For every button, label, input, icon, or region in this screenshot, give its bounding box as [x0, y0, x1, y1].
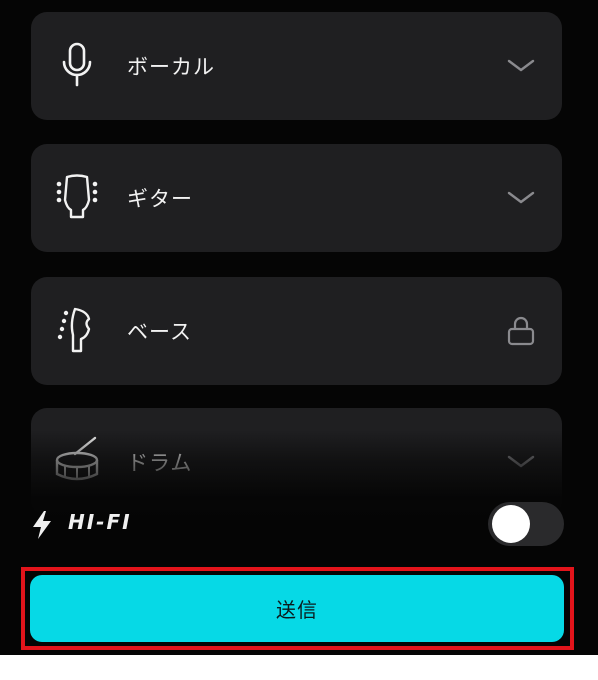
toggle-knob	[492, 505, 530, 543]
highlight-frame	[21, 567, 574, 650]
chevron-down-icon[interactable]	[504, 49, 538, 83]
bass-headstock-icon	[57, 307, 91, 353]
hifi-label: HI-FI	[68, 510, 132, 534]
instrument-label-guitar: ギター	[127, 187, 193, 211]
lightning-icon	[33, 511, 51, 539]
chevron-down-icon[interactable]	[504, 445, 538, 479]
microphone-icon	[62, 42, 92, 87]
hifi-toggle[interactable]	[488, 502, 564, 546]
instrument-label-vocal: ボーカル	[127, 55, 215, 79]
instrument-label-bass: ベース	[127, 320, 192, 344]
instrument-card-vocal[interactable]: ボーカル	[31, 12, 562, 120]
guitar-headstock-icon	[56, 174, 98, 219]
drum-icon	[55, 436, 99, 481]
hifi-row: HI-FI	[0, 498, 598, 552]
chevron-down-icon[interactable]	[504, 181, 538, 215]
instrument-card-guitar[interactable]: ギター	[31, 144, 562, 252]
instrument-card-bass[interactable]: ベース	[31, 277, 562, 385]
lock-icon	[507, 316, 535, 346]
screen: ボーカル ギター ベース ドラム HI-FI 送信	[0, 0, 598, 655]
